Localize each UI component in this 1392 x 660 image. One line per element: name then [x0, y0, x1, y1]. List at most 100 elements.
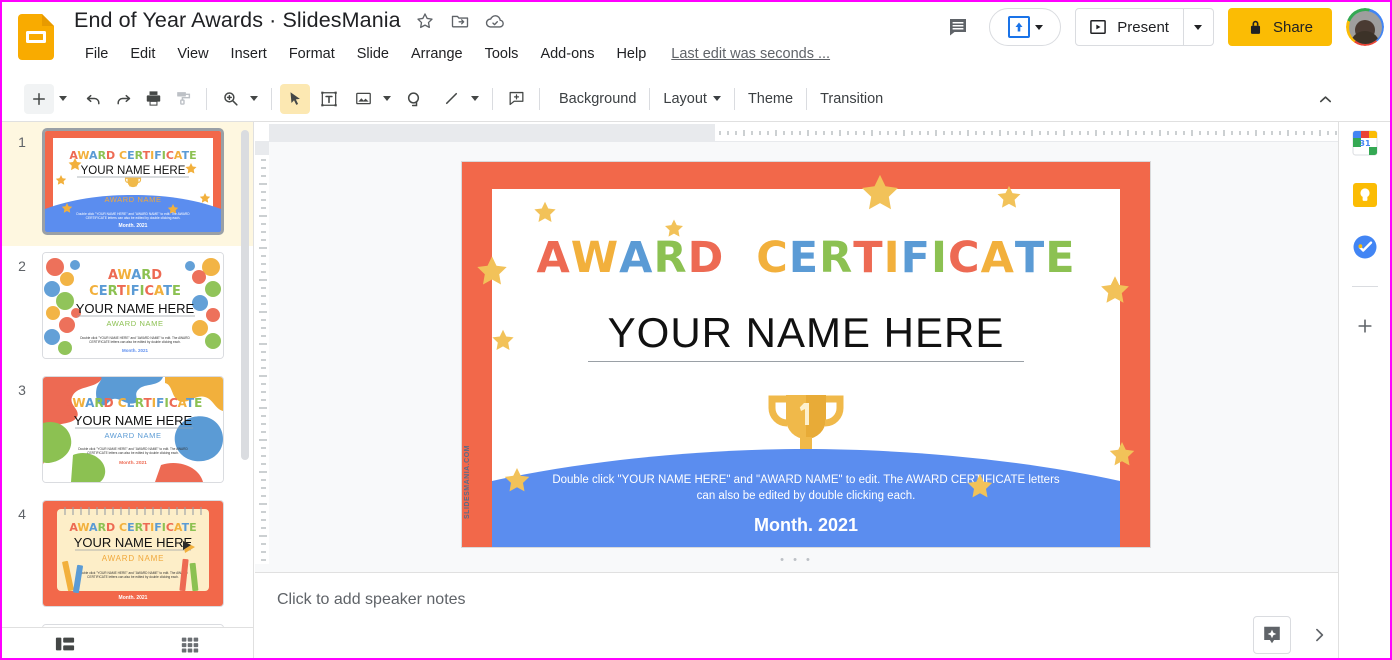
list-item[interactable]: 3 AWARD CERTIFICATE YOUR NAME HERE AWARD… [2, 370, 253, 494]
list-item[interactable]: 1 AWARD CERTIFICATE YOUR NAME HERE AWARD… [2, 122, 253, 246]
text-box-icon [321, 91, 337, 106]
collapse-toolbar-button[interactable] [1310, 84, 1340, 114]
title-letter[interactable]: T [853, 233, 883, 283]
slide-thumbnail-1[interactable]: AWARD CERTIFICATE YOUR NAME HERE AWARD N… [42, 128, 224, 235]
move-to-folder-icon[interactable] [449, 10, 471, 32]
layout-button[interactable]: Layout [652, 86, 732, 112]
menu-item-help[interactable]: Help [605, 44, 657, 64]
speaker-notes-panel[interactable]: Click to add speaker notes [255, 572, 1338, 658]
month-year-text[interactable]: Month. 2021 [492, 515, 1120, 536]
menu-item-file[interactable]: File [74, 44, 119, 64]
share-button[interactable]: Share [1227, 8, 1332, 46]
star-decor-icon [997, 185, 1021, 208]
filmstrip-view-button[interactable] [2, 634, 128, 654]
slide-filmstrip[interactable]: 1 AWARD CERTIFICATE YOUR NAME HERE AWARD… [2, 122, 254, 627]
list-item[interactable]: 2 AWARD CERTIFICATE YOUR NAME HERE AWARD… [2, 246, 253, 370]
grid-view-button[interactable] [128, 634, 254, 654]
select-tool-button[interactable] [280, 83, 310, 114]
last-edit-status[interactable]: Last edit was seconds ... [671, 46, 830, 62]
menu-item-insert[interactable]: Insert [220, 44, 278, 64]
theme-button[interactable]: Theme [737, 86, 804, 112]
menu-item-format[interactable]: Format [278, 44, 346, 64]
star-decor-icon [1109, 442, 1135, 466]
add-comment-button[interactable] [501, 84, 531, 114]
image-dropdown[interactable] [378, 84, 396, 114]
list-item[interactable]: 5 [2, 618, 253, 627]
background-button[interactable]: Background [548, 86, 647, 112]
line-dropdown[interactable] [466, 84, 484, 114]
title-letter[interactable]: F [901, 233, 931, 283]
insert-image-button[interactable] [348, 84, 378, 114]
google-tasks-icon[interactable] [1352, 234, 1378, 260]
zoom-button[interactable] [215, 84, 245, 114]
calendar-day-label: 31 [1359, 139, 1371, 148]
slide-thumbnail-2[interactable]: AWARD CERTIFICATE YOUR NAME HERE AWARD N… [42, 252, 224, 359]
comment-history-icon[interactable] [941, 10, 975, 44]
title-letter[interactable]: C [756, 233, 789, 283]
add-app-button[interactable] [1352, 313, 1378, 339]
menu-item-arrange[interactable]: Arrange [400, 44, 474, 64]
current-slide[interactable]: AWARD CERTIFICATE YOUR NAME HERE AWA [462, 162, 1150, 547]
shape-button[interactable] [400, 84, 430, 114]
slide-thumbnail-4[interactable]: AWARD CERTIFICATE YOUR NAME HERE AWARD N… [42, 500, 224, 607]
menu-item-edit[interactable]: Edit [119, 44, 166, 64]
avatar[interactable] [1346, 8, 1384, 46]
title-letter[interactable]: D [688, 233, 725, 283]
title-letter[interactable]: I [931, 233, 948, 283]
paint-format-button[interactable] [168, 84, 198, 114]
title-letter[interactable]: E [789, 233, 819, 283]
new-slide-button[interactable] [24, 83, 54, 114]
present-label: Present [1117, 18, 1169, 36]
undo-button[interactable] [78, 84, 108, 114]
list-item[interactable]: 4 AWARD CERTIFICATE YOUR NAME HERE AWARD… [2, 494, 253, 618]
title-letter[interactable]: A [536, 233, 570, 283]
print-button[interactable] [138, 84, 168, 114]
menu-item-tools[interactable]: Tools [474, 44, 530, 64]
slideshow-mode-button[interactable] [989, 8, 1062, 46]
side-apps-rail: 31 [1338, 122, 1390, 658]
page-title[interactable]: End of Year Awards · SlidesMania [74, 8, 401, 33]
horizontal-ruler[interactable] [255, 122, 1390, 142]
transition-button[interactable]: Transition [809, 86, 894, 112]
title-letter[interactable]: C [948, 233, 981, 283]
speaker-notes-placeholder[interactable]: Click to add speaker notes [277, 591, 466, 609]
google-calendar-icon[interactable]: 31 [1352, 130, 1378, 156]
vertical-ruler[interactable] [255, 142, 269, 565]
line-button[interactable] [436, 84, 466, 114]
filmstrip-view-toolbar [2, 627, 254, 658]
menu-item-addons[interactable]: Add-ons [529, 44, 605, 64]
chevron-down-icon[interactable] [1034, 24, 1043, 30]
zoom-dropdown[interactable] [245, 84, 263, 114]
title-letter[interactable]: W [571, 233, 619, 283]
redo-button[interactable] [108, 84, 138, 114]
zoom-icon [223, 92, 238, 106]
google-keep-icon[interactable] [1352, 182, 1378, 208]
title-letter[interactable]: A [981, 233, 1015, 283]
present-dropdown-button[interactable] [1182, 9, 1213, 45]
svg-text:AWARD CERTIFICATE: AWARD CERTIFICATE [69, 521, 196, 534]
new-slide-dropdown[interactable] [54, 84, 72, 114]
menu-item-view[interactable]: View [166, 44, 219, 64]
svg-text:AWARD NAME: AWARD NAME [104, 195, 161, 204]
expand-panel-button[interactable] [1304, 620, 1334, 650]
slide-thumbnail-3[interactable]: AWARD CERTIFICATE YOUR NAME HERE AWARD N… [42, 376, 224, 483]
title-letter[interactable]: R [653, 233, 687, 283]
filmstrip-scrollbar[interactable] [241, 130, 249, 460]
title-letter[interactable] [724, 233, 756, 283]
certificate-title[interactable]: AWARD CERTIFICATE [492, 233, 1120, 283]
google-slides-logo[interactable] [18, 14, 54, 60]
title-letter[interactable]: R [819, 233, 853, 283]
cloud-saved-icon[interactable] [484, 10, 506, 32]
menu-item-slide[interactable]: Slide [346, 44, 400, 64]
title-letter[interactable]: E [1045, 233, 1075, 283]
slide-canvas-area[interactable]: AWARD CERTIFICATE YOUR NAME HERE AWA [255, 122, 1390, 566]
recipient-name-placeholder[interactable]: YOUR NAME HERE [588, 309, 1024, 362]
insert-image-icon [355, 92, 371, 105]
title-letter[interactable]: A [619, 233, 653, 283]
text-box-button[interactable] [314, 84, 344, 114]
title-letter[interactable]: I [884, 233, 901, 283]
title-letter[interactable]: T [1015, 233, 1045, 283]
star-outline-icon[interactable] [414, 10, 436, 32]
present-button[interactable]: Present [1076, 9, 1183, 45]
explore-button[interactable] [1253, 616, 1291, 654]
